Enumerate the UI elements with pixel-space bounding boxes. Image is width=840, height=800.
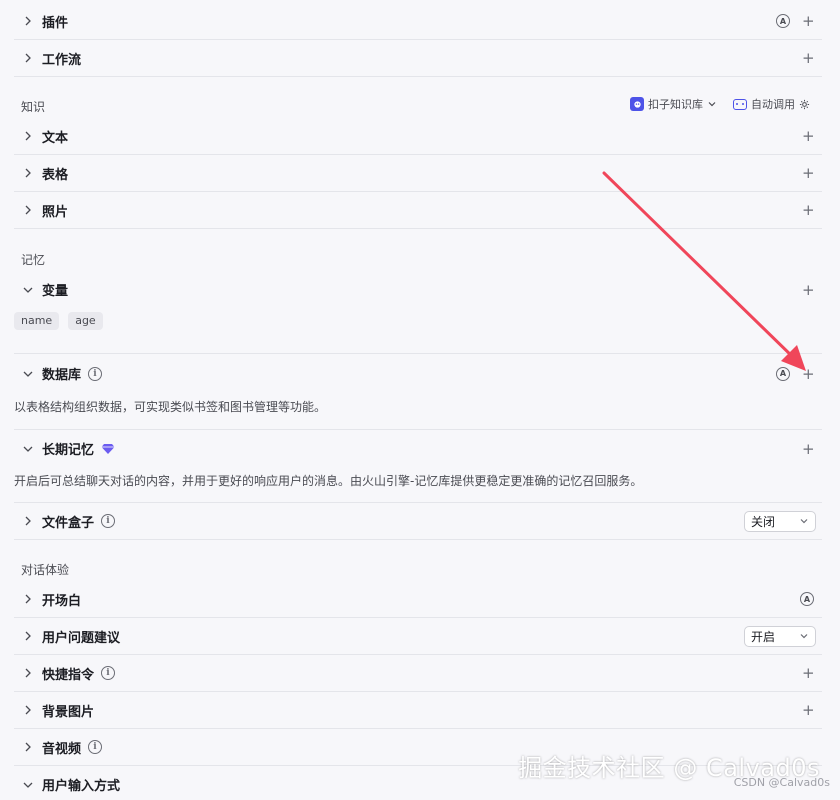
suggestion-select-value: 开启 xyxy=(751,629,776,644)
variable-tags: name age xyxy=(14,312,103,330)
auto-call-setting[interactable]: 自动调用 xyxy=(733,96,810,112)
table-row[interactable]: 表格 + xyxy=(14,155,822,192)
divider xyxy=(14,353,822,354)
add-workflow-icon[interactable]: + xyxy=(802,51,815,66)
knowledge-section-label: 知识 xyxy=(21,100,46,114)
variable-title: 变量 xyxy=(42,284,69,299)
auto-call-icon[interactable]: A xyxy=(800,592,814,606)
variable-tag: age xyxy=(68,312,103,330)
text-row[interactable]: 文本 + xyxy=(14,118,822,155)
coze-logo-icon xyxy=(630,97,644,111)
robot-icon xyxy=(733,98,747,110)
photo-title: 照片 xyxy=(42,204,69,220)
chevron-down-icon xyxy=(708,102,716,107)
add-photo-icon[interactable]: + xyxy=(802,203,815,218)
plugin-row[interactable]: 插件 A + xyxy=(14,3,822,40)
variable-row[interactable]: 变量 + xyxy=(14,271,822,308)
table-title: 表格 xyxy=(42,167,69,183)
memory-section-label: 记忆 xyxy=(21,253,46,267)
chevron-down-icon[interactable] xyxy=(20,441,36,457)
file-box-select[interactable]: 关闭 xyxy=(744,510,816,532)
auto-call-icon[interactable]: A xyxy=(776,14,790,28)
chevron-down-icon xyxy=(800,634,808,639)
chevron-down-icon[interactable] xyxy=(20,777,36,793)
av-title: 音视频 xyxy=(42,741,82,757)
add-shortcut-icon[interactable]: + xyxy=(802,666,815,681)
background-row[interactable]: 背景图片 + xyxy=(14,692,822,729)
chevron-right-icon[interactable] xyxy=(20,50,36,66)
kb-label: 扣子知识库 xyxy=(648,98,703,111)
suggestion-select[interactable]: 开启 xyxy=(744,625,816,647)
add-plugin-icon[interactable]: + xyxy=(802,14,815,29)
add-database-icon[interactable]: + xyxy=(802,366,815,381)
shortcut-title: 快捷指令 xyxy=(42,667,95,683)
add-text-icon[interactable]: + xyxy=(802,129,815,144)
chevron-right-icon[interactable] xyxy=(20,165,36,181)
auto-call-icon[interactable]: A xyxy=(776,366,790,381)
text-title: 文本 xyxy=(42,130,69,146)
chevron-right-icon[interactable] xyxy=(20,702,36,718)
suggestion-row[interactable]: 用户问题建议 开启 xyxy=(14,618,822,655)
add-long-memory-icon[interactable]: + xyxy=(802,441,815,456)
shortcut-row[interactable]: 快捷指令 i + xyxy=(14,655,822,692)
chevron-right-icon[interactable] xyxy=(20,665,36,681)
workflow-title: 工作流 xyxy=(42,52,82,68)
info-icon[interactable]: i xyxy=(101,666,116,680)
opening-title: 开场白 xyxy=(42,593,82,609)
suggestion-title: 用户问题建议 xyxy=(42,630,121,646)
add-variable-icon[interactable]: + xyxy=(802,282,815,297)
dialog-section-label: 对话体验 xyxy=(21,563,70,577)
info-icon[interactable]: i xyxy=(88,366,103,381)
file-box-select-value: 关闭 xyxy=(751,514,776,529)
chevron-down-icon[interactable] xyxy=(20,282,36,298)
file-box-row[interactable]: 文件盒子 i 关闭 xyxy=(14,503,822,540)
auto-call-label: 自动调用 xyxy=(751,98,795,111)
database-title: 数据库 xyxy=(42,368,82,383)
database-description: 以表格结构组织数据，可实现类似书签和图书管理等功能。 xyxy=(14,400,327,414)
chevron-right-icon[interactable] xyxy=(20,202,36,218)
chevron-down-icon[interactable] xyxy=(20,366,36,382)
add-background-icon[interactable]: + xyxy=(802,703,815,718)
chevron-right-icon[interactable] xyxy=(20,739,36,755)
chevron-down-icon xyxy=(800,519,808,524)
long-memory-title: 长期记忆 xyxy=(42,443,95,458)
background-title: 背景图片 xyxy=(42,704,95,720)
chevron-right-icon[interactable] xyxy=(20,513,36,529)
plugin-title: 插件 xyxy=(42,15,69,31)
photo-row[interactable]: 照片 + xyxy=(14,192,822,229)
add-table-icon[interactable]: + xyxy=(802,166,815,181)
input-mode-title: 用户输入方式 xyxy=(42,779,121,794)
csdn-watermark: CSDN @Calvad0s xyxy=(733,776,830,789)
info-icon[interactable]: i xyxy=(88,740,103,754)
long-memory-description: 开启后可总结聊天对话的内容，并用于更好的响应用户的消息。由火山引擎-记忆库提供更… xyxy=(14,474,643,488)
chevron-right-icon[interactable] xyxy=(20,628,36,644)
opening-row[interactable]: 开场白 A xyxy=(14,581,822,618)
chevron-right-icon[interactable] xyxy=(20,13,36,29)
knowledge-bar: 扣子知识库 自动调用 xyxy=(630,96,810,112)
gear-icon xyxy=(799,99,810,109)
chevron-right-icon[interactable] xyxy=(20,591,36,607)
database-row[interactable]: 数据库 i A + xyxy=(14,355,822,392)
kb-selector[interactable]: 扣子知识库 xyxy=(630,96,717,112)
variable-tag: name xyxy=(14,312,60,330)
long-memory-row[interactable]: 长期记忆 + xyxy=(14,430,822,467)
premium-gem-icon xyxy=(101,443,115,454)
chevron-right-icon[interactable] xyxy=(20,128,36,144)
info-icon[interactable]: i xyxy=(101,514,116,528)
workflow-row[interactable]: 工作流 + xyxy=(14,40,822,77)
file-box-title: 文件盒子 xyxy=(42,515,95,531)
